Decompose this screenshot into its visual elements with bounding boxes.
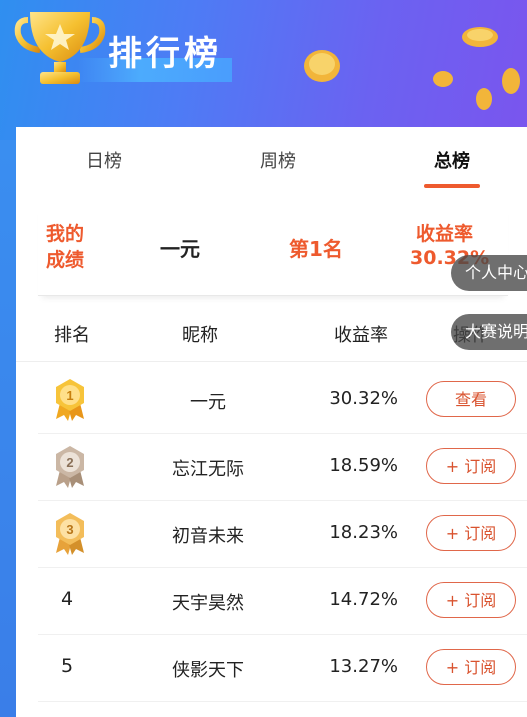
row-nickname: 初音未来 <box>172 526 244 547</box>
leaderboard-card: 日榜 周榜 总榜 我的成绩 一元 第1名 收益率 30.32% 排名 昵称 收益… <box>16 127 527 717</box>
row-rank: 4 <box>61 588 74 610</box>
coin-icon <box>476 88 492 110</box>
tab-weekly[interactable]: 周榜 <box>238 147 318 173</box>
subscribe-button[interactable]: + 订阅 <box>426 515 516 551</box>
svg-text:3: 3 <box>66 522 73 537</box>
page-title: 排行榜 <box>108 34 222 74</box>
row-yield: 18.23% <box>329 522 398 543</box>
contest-rules-button[interactable]: 大赛说明 <box>451 314 527 350</box>
table-row: 1 一元 30.32% 查看 <box>38 367 527 434</box>
my-yield-label: 收益率 <box>416 223 474 245</box>
subscribe-button[interactable]: + 订阅 <box>426 649 516 685</box>
active-tab-indicator <box>424 184 480 188</box>
svg-text:2: 2 <box>66 455 73 470</box>
silver-medal-icon: 2 <box>56 446 84 488</box>
my-nickname: 一元 <box>160 237 200 261</box>
table-row: 2 忘江无际 18.59% + 订阅 <box>38 434 527 501</box>
coin-icon <box>502 68 520 94</box>
coin-icon <box>462 27 498 47</box>
table-row: 3 初音未来 18.23% + 订阅 <box>38 501 527 568</box>
row-yield: 18.59% <box>329 455 398 476</box>
row-rank: 5 <box>61 655 74 677</box>
tab-bar: 日榜 周榜 总榜 <box>16 127 527 191</box>
gold-medal-icon: 1 <box>56 379 84 421</box>
tab-daily[interactable]: 日榜 <box>64 147 144 173</box>
row-nickname: 天宇昊然 <box>172 593 244 614</box>
row-nickname: 一元 <box>190 392 226 413</box>
header-yield: 收益率 <box>334 325 388 346</box>
table-row: 4 天宇昊然 14.72% + 订阅 <box>38 568 527 635</box>
my-rank: 第1名 <box>289 237 343 261</box>
view-button[interactable]: 查看 <box>426 381 516 417</box>
header-rank: 排名 <box>54 325 90 346</box>
row-yield: 14.72% <box>329 589 398 610</box>
background-strip <box>0 140 16 717</box>
header-nickname: 昵称 <box>182 325 218 346</box>
tab-overall[interactable]: 总榜 <box>412 147 492 173</box>
subscribe-button[interactable]: + 订阅 <box>426 448 516 484</box>
my-result-panel: 我的成绩 一元 第1名 收益率 30.32% <box>38 205 508 296</box>
bronze-medal-icon: 3 <box>56 513 84 555</box>
my-result-label: 我的成绩 <box>46 223 85 271</box>
row-nickname: 侠影天下 <box>172 660 244 681</box>
row-yield: 30.32% <box>329 388 398 409</box>
coin-icon <box>304 50 340 82</box>
table-row: 5 侠影天下 13.27% + 订阅 <box>38 635 527 702</box>
coin-icon <box>433 71 453 87</box>
row-yield: 13.27% <box>329 656 398 677</box>
personal-center-button[interactable]: 个人中心 <box>451 255 527 291</box>
header-banner: 排行榜 <box>0 0 527 140</box>
svg-text:1: 1 <box>66 388 73 403</box>
subscribe-button[interactable]: + 订阅 <box>426 582 516 618</box>
row-nickname: 忘江无际 <box>172 459 244 480</box>
